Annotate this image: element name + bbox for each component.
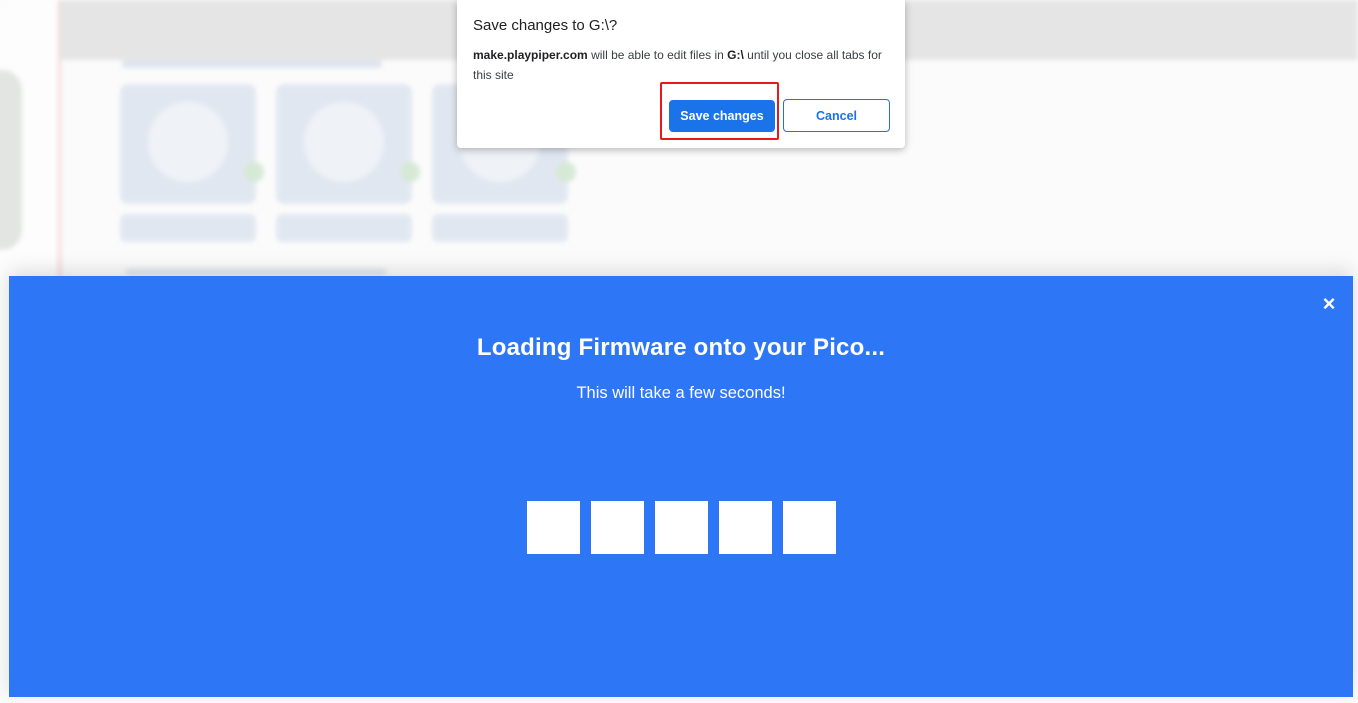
dialog-drive-name: G:\: [727, 48, 744, 62]
loader-block: [655, 501, 708, 554]
loader-block: [591, 501, 644, 554]
loader-block: [719, 501, 772, 554]
firmware-loading-modal: × Loading Firmware onto your Pico... Thi…: [9, 276, 1353, 697]
loader-block: [783, 501, 836, 554]
loading-indicator: [527, 501, 836, 555]
background-left-panel: [0, 0, 61, 280]
background-card: [120, 84, 264, 204]
background-card-caption: [276, 214, 412, 242]
save-changes-dialog: Save changes to G:\? make.playpiper.com …: [457, 0, 905, 148]
background-card-caption: [120, 214, 256, 242]
dialog-text: will be able to edit files in: [587, 48, 728, 62]
background-card: [276, 84, 420, 204]
close-icon[interactable]: ×: [1317, 291, 1341, 316]
loading-subtitle: This will take a few seconds!: [576, 384, 786, 402]
browser-page: × Loading Firmware onto your Pico... Thi…: [0, 0, 1358, 703]
dialog-site-name: make.playpiper.com: [473, 48, 588, 62]
save-changes-button[interactable]: Save changes: [669, 100, 775, 132]
dialog-message: make.playpiper.com will be able to edit …: [473, 45, 891, 85]
loading-title: Loading Firmware onto your Pico...: [476, 334, 886, 361]
background-card-caption: [432, 214, 568, 242]
background-heading: [122, 60, 382, 68]
loader-block: [527, 501, 580, 554]
dialog-title: Save changes to G:\?: [473, 17, 618, 34]
cancel-button[interactable]: Cancel: [783, 99, 890, 132]
background-subheading: [126, 268, 386, 276]
